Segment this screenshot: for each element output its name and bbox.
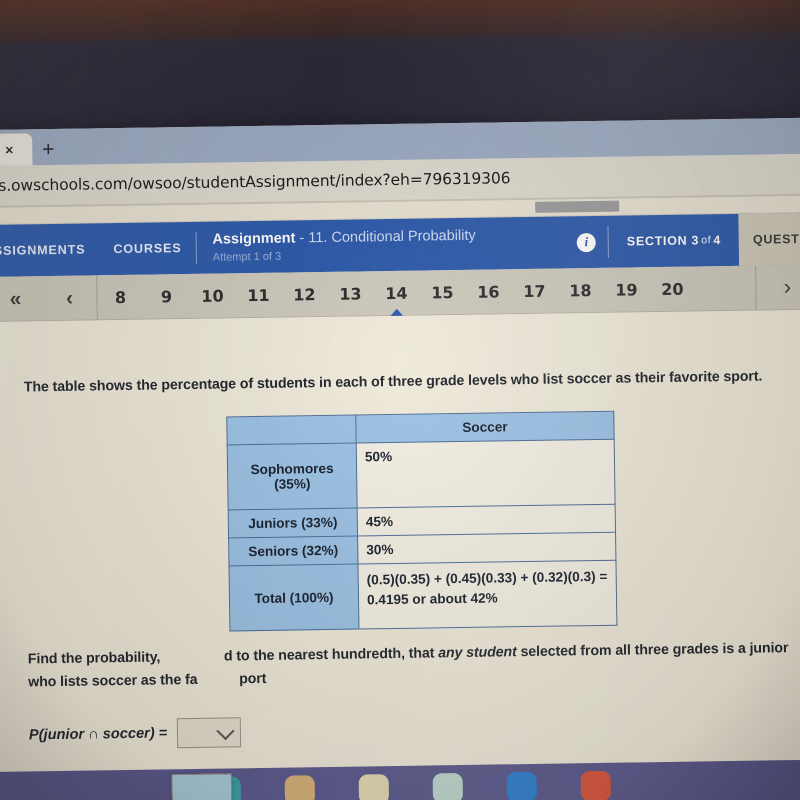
- pager-page-14[interactable]: 14: [373, 283, 419, 303]
- table-value-cell: 45%: [357, 504, 616, 537]
- section-word: SECTION: [626, 233, 688, 249]
- assignment-title: - 11. Conditional Probability: [299, 227, 476, 247]
- info-icon[interactable]: i: [576, 232, 596, 252]
- table-value-cell: 30%: [357, 532, 616, 565]
- pager-page-9[interactable]: 9: [143, 287, 189, 307]
- nav-item-courses[interactable]: COURSES: [99, 222, 196, 275]
- answer-select[interactable]: [177, 717, 242, 749]
- assignment-attempt: Attempt 1 of 3: [212, 250, 282, 264]
- assignment-info: Assignment - 11. Conditional Probability…: [196, 216, 565, 273]
- pager-prev-button[interactable]: ‹: [42, 286, 96, 309]
- pager-page-19[interactable]: 19: [603, 280, 649, 300]
- question-part1: Find the probability,: [27, 649, 161, 668]
- pager-page-18[interactable]: 18: [557, 280, 603, 300]
- url-text: es.owschools.com/owsoo/studentAssignment…: [0, 169, 511, 195]
- question-part2: d to the nearest hundredth, that: [223, 645, 435, 665]
- question-part4: port: [239, 670, 267, 688]
- pager-page-17[interactable]: 17: [511, 281, 557, 301]
- app-icon-cream[interactable]: [358, 774, 390, 800]
- browser-tab[interactable]: ×: [0, 133, 33, 166]
- table-corner-cell: [226, 415, 357, 445]
- table-row-header: Juniors (33%): [228, 508, 358, 538]
- pager-page-13[interactable]: 13: [327, 284, 373, 304]
- pager-page-10[interactable]: 10: [189, 286, 235, 306]
- app-icon-tan[interactable]: [284, 775, 316, 800]
- table-row: Total (100%) (0.5)(0.35) + (0.45)(0.33) +…: [228, 560, 617, 631]
- assignment-label: Assignment: [212, 230, 296, 248]
- pager-page-8[interactable]: 8: [97, 287, 143, 307]
- answer-row: P(junior ∩ soccer) =: [29, 709, 800, 751]
- pager-page-15[interactable]: 15: [419, 282, 465, 302]
- ambient-top-bezel: [0, 0, 800, 132]
- answer-dropdown-list[interactable]: 0.150.780.420.45: [171, 773, 234, 800]
- section-total: 4: [713, 233, 722, 248]
- pager-page-20[interactable]: 20: [649, 279, 695, 299]
- table-value-cell: (0.5)(0.35) + (0.45)(0.33) + (0.32)(0.3)…: [357, 560, 617, 630]
- app-icon-blue[interactable]: [506, 771, 538, 800]
- question-content: The table shows the percentage of studen…: [0, 309, 800, 800]
- table-row: Sophomores (35%) 50%: [227, 439, 616, 510]
- percentage-table: Soccer Sophomores (35%) 50% Juniors (33%) 45%…: [226, 410, 618, 632]
- pager-page-12[interactable]: 12: [281, 284, 327, 304]
- photo-of-screen: × + es.owschools.com/owsoo/studentAssign…: [0, 0, 800, 800]
- app-icon-red[interactable]: [580, 770, 612, 800]
- app-icon-mint[interactable]: [432, 773, 464, 800]
- row-header-line1: Sophomores: [250, 460, 334, 478]
- pager-next-button[interactable]: ›: [756, 274, 800, 301]
- answer-label-body: junior ∩ soccer: [43, 725, 150, 744]
- answer-label-prefix: P(: [28, 727, 44, 744]
- table-column-header: Soccer: [355, 411, 615, 444]
- table-row-header: Sophomores (35%): [227, 443, 358, 510]
- row-header-line2: (35%): [274, 476, 311, 492]
- dropdown-option-blank[interactable]: [172, 774, 231, 800]
- table-value-cell: 50%: [356, 439, 616, 509]
- table-row-header: Seniors (32%): [228, 536, 358, 566]
- intro-text: The table shows the percentage of studen…: [23, 368, 763, 396]
- pager-first-button[interactable]: «: [0, 287, 43, 310]
- chevron-down-icon: [216, 721, 235, 741]
- section-indicator: SECTION 3 of 4: [608, 214, 739, 268]
- answer-label-suffix: ) =: [149, 725, 168, 742]
- pager-page-16[interactable]: 16: [465, 282, 511, 302]
- scrollbar-thumb[interactable]: [535, 200, 620, 213]
- close-icon[interactable]: ×: [5, 142, 13, 158]
- table-row-header: Total (100%): [228, 564, 359, 631]
- question-emphasis: any student: [438, 644, 517, 662]
- section-number: 3: [691, 233, 700, 248]
- pager-page-11[interactable]: 11: [235, 285, 281, 305]
- answer-label: P(junior ∩ soccer) =: [29, 725, 168, 743]
- nav-item-assignments[interactable]: SSIGNMENTS: [0, 223, 100, 277]
- new-tab-icon[interactable]: +: [36, 137, 60, 161]
- section-of: of: [701, 234, 712, 247]
- question-tab[interactable]: QUESTI: [738, 212, 800, 266]
- laptop-screen: × + es.owschools.com/owsoo/studentAssign…: [0, 117, 800, 800]
- question-text: Find the probability, d to the nearest h…: [28, 637, 800, 695]
- pager-number-list: 8 9 10 11 12 13 14 15 16 17 18 19 20: [97, 278, 755, 307]
